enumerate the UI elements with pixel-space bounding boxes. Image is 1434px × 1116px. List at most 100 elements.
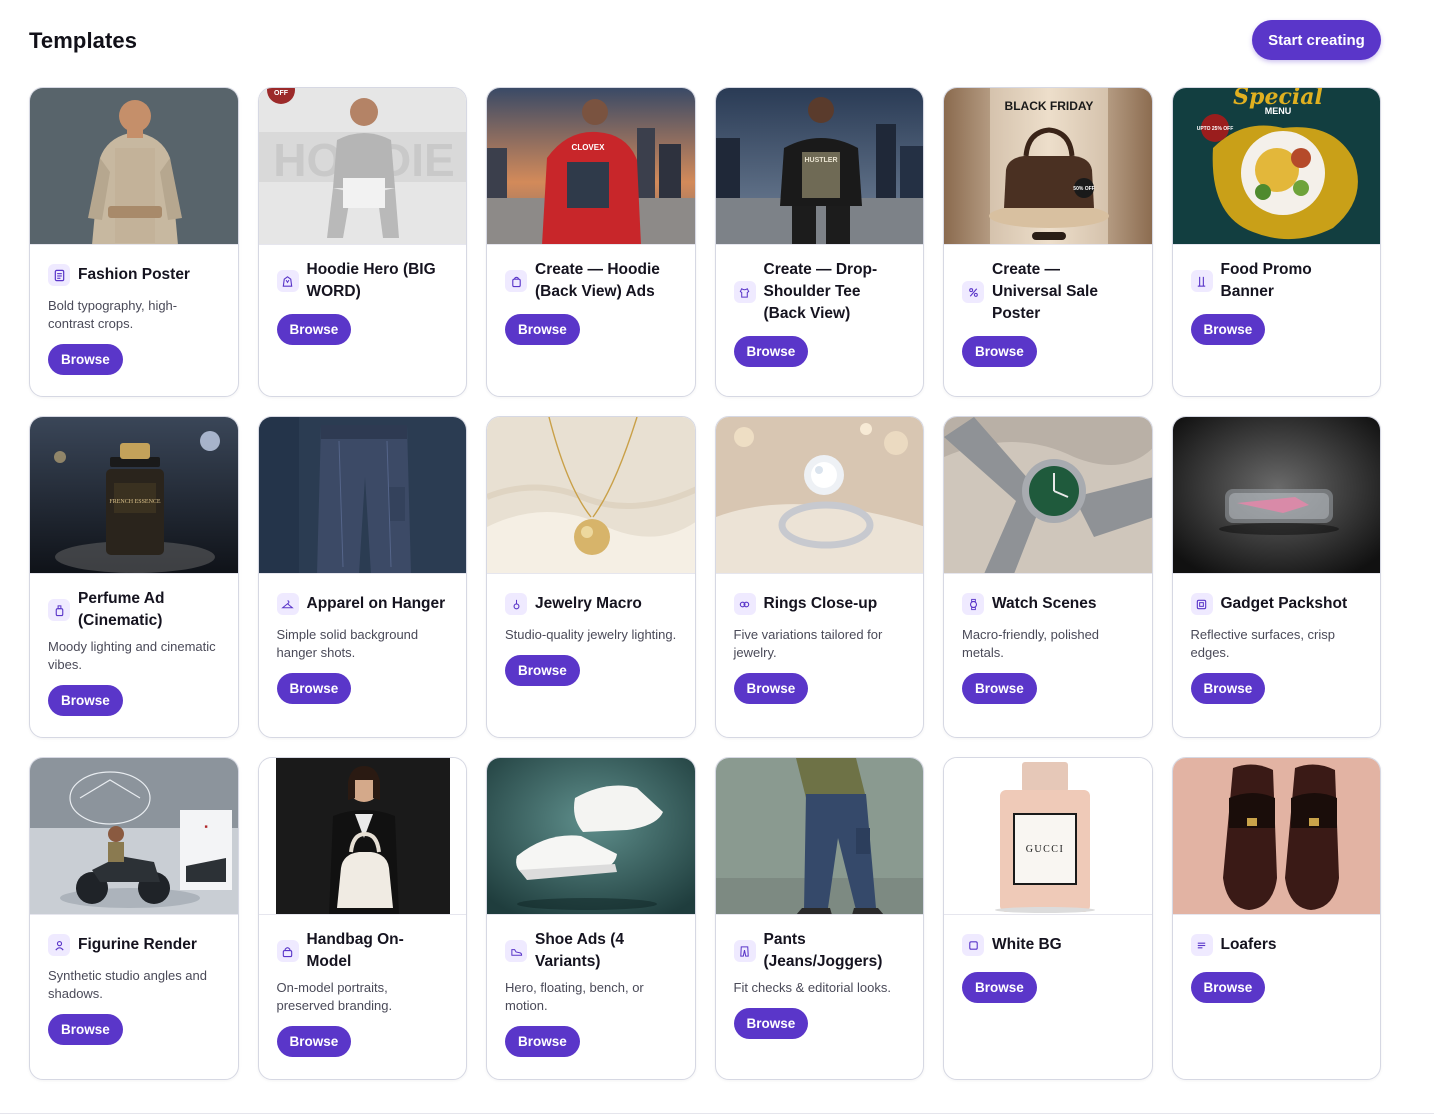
page-title: Templates [29,28,138,53]
utensils-icon [1190,270,1213,292]
page-divider [0,1113,1434,1114]
pants-icon [733,940,756,962]
card-description: Moody lighting and cinematic vibes. [48,639,216,672]
template-thumbnail: GUCCI [944,758,1152,915]
card-title: Handbag On-Model [306,931,404,970]
template-card-hoodie-hero[interactable]: HOODIE OFF Hoodie Hero (BIG WORD) Browse [257,87,467,397]
browse-button[interactable]: Browse [276,673,352,704]
browse-button[interactable]: Browse [1190,673,1266,704]
template-card-apparel-on-hanger[interactable]: Apparel on Hanger Simple solid backgroun… [257,416,467,738]
card-title: Shoe Ads (4 Variants) [535,931,624,970]
template-card-white-bg[interactable]: GUCCI White BG Browse [943,757,1153,1080]
template-thumbnail: ■ [30,758,238,915]
template-thumbnail: HOODIE OFF [258,88,466,245]
browse-button[interactable]: Browse [1190,314,1266,345]
template-thumbnail [944,417,1152,574]
browse-button[interactable]: Browse [733,673,809,704]
bag-icon [505,270,527,292]
template-card-universal-sale-poster[interactable]: BLACK FRIDAY 50% OFF Create — Universal … [943,87,1153,397]
thumb-brand: CLOVEX [572,143,606,152]
card-title: Jewelry Macro [535,595,642,612]
template-card-shoe-ads[interactable]: Shoe Ads (4 Variants) Hero, floating, be… [486,757,696,1080]
card-description: Five variations tailored for jewelry. [733,627,883,660]
thumb-brand: HUSTLER [804,157,837,164]
rings-icon [733,593,756,615]
template-card-handbag-on-model[interactable]: Handbag On-Model On-model portraits, pre… [257,757,467,1080]
template-card-food-promo-banner[interactable]: Special MENU UPTO 25% OFF Food Promo Ban… [1171,87,1381,397]
card-description: Hero, floating, bench, or motion. [505,980,644,1013]
browse-button[interactable]: Browse [48,1014,123,1045]
template-card-jewelry-macro[interactable]: Jewelry Macro Studio-quality jewelry lig… [486,416,696,738]
watch-icon [962,593,984,615]
template-thumbnail [715,758,923,915]
card-title: Gadget Packshot [1220,595,1348,612]
card-title: Rings Close-up [763,595,878,612]
hanger-icon [276,593,299,615]
browse-button[interactable]: Browse [276,314,352,345]
template-card-rings-close-up[interactable]: Rings Close-up Five variations tailored … [714,416,924,738]
template-thumbnail: Special MENU UPTO 25% OFF [1172,88,1380,245]
browse-button[interactable]: Browse [733,1008,809,1039]
browse-button[interactable]: Browse [1190,972,1266,1003]
template-card-figurine-render[interactable]: ■ Figurine Render Synthetic studio angle… [29,757,239,1080]
browse-button[interactable]: Browse [48,344,123,375]
card-description: Fit checks & editorial looks. [733,980,892,995]
template-card-gadget-packshot[interactable]: Gadget Packshot Reflective surfaces, cri… [1171,416,1381,738]
lock-bag-icon [276,940,299,962]
template-thumbnail [258,417,466,574]
templates-grid: Fashion Poster Bold typography, high-con… [29,87,1381,1099]
card-title: Hoodie Hero (BIG WORD) [306,261,436,300]
start-creating-button[interactable]: Start creating [1252,20,1381,60]
thumb-badge: OFF [274,90,289,97]
card-title: Food Promo Banner [1220,261,1312,300]
card-title: Create — Drop-Shoulder Tee (Back View) [763,261,878,322]
shoe-icon [505,940,527,962]
browse-button[interactable]: Browse [962,972,1037,1003]
template-card-pants[interactable]: Pants (Jeans/Joggers) Fit checks & edito… [714,757,924,1080]
template-thumbnail [258,758,466,915]
browse-button[interactable]: Browse [962,336,1037,367]
template-thumbnail [487,417,695,574]
card-title: White BG [992,936,1062,953]
template-card-fashion-poster[interactable]: Fashion Poster Bold typography, high-con… [29,87,239,397]
template-thumbnail [715,417,923,574]
card-description: Reflective surfaces, crisp edges. [1190,627,1336,660]
thumb-subtitle: MENU [1264,106,1291,116]
lines-icon [1190,934,1213,956]
thumb-badge: 50% OFF [1073,186,1094,192]
template-card-watch-scenes[interactable]: Watch Scenes Macro-friendly, polished me… [943,416,1153,738]
template-thumbnail [30,88,238,245]
hoodie-icon [276,270,299,292]
card-description: On-model portraits, preserved branding. [276,980,393,1013]
card-title: Figurine Render [78,936,197,953]
document-icon [48,264,70,286]
template-thumbnail: HUSTLER [715,88,923,245]
square-icon [962,934,984,956]
browse-button[interactable]: Browse [733,336,809,367]
browse-button[interactable]: Browse [962,673,1037,704]
page-header: Templates Start creating [29,20,1381,61]
thumb-brand: GUCCI [1026,844,1065,855]
card-title: Create — Hoodie (Back View) Ads [535,261,660,300]
browse-button[interactable]: Browse [48,685,123,716]
template-card-drop-shoulder-tee[interactable]: HUSTLER Create — Drop-Shoulder Tee (Back… [714,87,924,397]
thumb-badge: UPTO 25% OFF [1196,126,1233,132]
template-card-hoodie-back-view[interactable]: CLOVEX Create — Hoodie (Back View) Ads B… [486,87,696,397]
browse-button[interactable]: Browse [505,1026,580,1057]
perfume-icon [48,599,70,621]
browse-button[interactable]: Browse [276,1026,352,1057]
browse-button[interactable]: Browse [505,314,580,345]
card-description: Macro-friendly, polished metals. [962,627,1100,660]
card-title: Pants (Jeans/Joggers) [763,931,883,970]
svg-text:■: ■ [204,824,207,830]
template-card-loafers[interactable]: Loafers Browse [1171,757,1381,1080]
thumb-headline: BLACK FRIDAY [1005,99,1094,113]
card-description: Studio-quality jewelry lighting. [505,627,677,642]
card-title: Watch Scenes [992,595,1097,612]
card-description: Synthetic studio angles and shadows. [48,968,207,1001]
gadget-icon [1190,593,1213,615]
template-thumbnail: FRENCH ESSENCE [30,417,238,574]
template-card-perfume-ad[interactable]: FRENCH ESSENCE Perfume Ad (Cinematic) Mo… [29,416,239,738]
card-description: Simple solid background hanger shots. [276,627,419,660]
browse-button[interactable]: Browse [505,655,580,686]
